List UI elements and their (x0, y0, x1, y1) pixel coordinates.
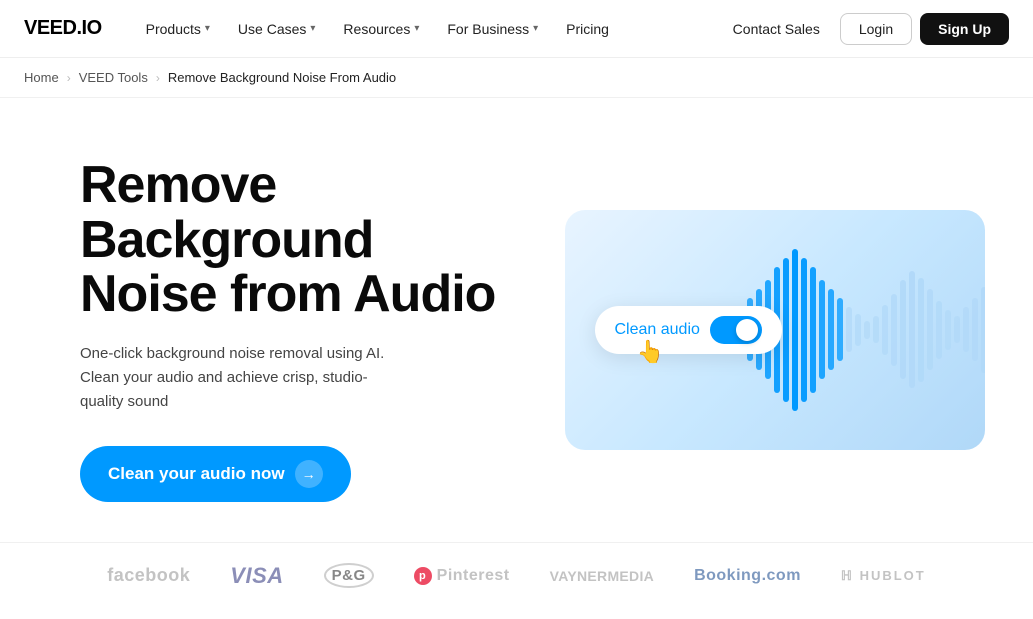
pinterest-icon: p (414, 567, 432, 585)
wave-bar (819, 280, 825, 379)
wave-bar (882, 305, 888, 355)
arrow-icon: → (295, 460, 323, 488)
wave-bar (810, 267, 816, 393)
brand-pg: P&G (324, 563, 374, 588)
wave-bar (918, 278, 924, 382)
wave-bar (837, 298, 843, 361)
breadcrumb-tools[interactable]: VEED Tools (79, 70, 148, 85)
breadcrumb: Home › VEED Tools › Remove Background No… (0, 58, 1033, 98)
brands-section: facebook VISA P&G p Pinterest VAYNERMEDI… (0, 542, 1033, 619)
wave-bar (855, 314, 861, 346)
brand-facebook: facebook (107, 565, 190, 586)
toggle-knob (736, 319, 758, 341)
clean-audio-badge: Clean audio (595, 306, 782, 354)
wave-bar (954, 316, 960, 343)
hero-section: Remove Background Noise from Audio One-c… (0, 98, 1033, 542)
brand-pinterest: p Pinterest (414, 567, 510, 585)
toggle-switch[interactable] (710, 316, 762, 344)
nav-use-cases[interactable]: Use Cases ▾ (226, 15, 328, 43)
wave-bar (963, 307, 969, 352)
clean-audio-label: Clean audio (615, 321, 700, 339)
brand-booking: Booking.com (694, 567, 801, 585)
audio-visualizer: Clean audio 👆 (565, 210, 985, 450)
cta-label: Clean your audio now (108, 464, 285, 484)
signup-button[interactable]: Sign Up (920, 13, 1009, 45)
breadcrumb-separator: › (156, 71, 160, 85)
wave-bar (972, 298, 978, 361)
wave-bar (900, 280, 906, 379)
wave-bar (927, 289, 933, 370)
cursor-icon: 👆 (637, 339, 664, 365)
wave-bar (801, 258, 807, 402)
wave-bar (891, 294, 897, 366)
breadcrumb-separator: › (67, 71, 71, 85)
wave-bar (783, 258, 789, 402)
brand-vayner: VAYNERMEDIA (550, 568, 654, 584)
chevron-down-icon: ▾ (310, 23, 315, 34)
nav-products[interactable]: Products ▾ (134, 15, 222, 43)
wave-bar (846, 307, 852, 352)
hero-title: Remove Background Noise from Audio (80, 158, 500, 322)
logo[interactable]: VEED.IO (24, 17, 102, 40)
wave-bar (873, 316, 879, 343)
wave-bar (945, 310, 951, 351)
chevron-down-icon: ▾ (414, 23, 419, 34)
wave-bar (936, 301, 942, 360)
hero-description: One-click background noise removal using… (80, 342, 400, 414)
chevron-down-icon: ▾ (205, 23, 210, 34)
brand-hublot: ℍ HUBLOT (841, 568, 926, 584)
hero-content: Remove Background Noise from Audio One-c… (80, 158, 500, 502)
navbar: VEED.IO Products ▾ Use Cases ▾ Resources… (0, 0, 1033, 58)
wave-bar (981, 287, 985, 373)
nav-actions: Contact Sales Login Sign Up (721, 13, 1009, 45)
wave-bar (864, 321, 870, 339)
chevron-down-icon: ▾ (533, 23, 538, 34)
nav-links: Products ▾ Use Cases ▾ Resources ▾ For B… (134, 15, 721, 43)
wave-bar (828, 289, 834, 370)
nav-for-business[interactable]: For Business ▾ (435, 15, 550, 43)
nav-pricing[interactable]: Pricing (554, 15, 621, 43)
login-button[interactable]: Login (840, 13, 912, 45)
wave-bar (909, 271, 915, 388)
wave-bar (792, 249, 798, 411)
brand-visa: VISA (230, 563, 283, 589)
cta-button[interactable]: Clean your audio now → (80, 446, 351, 502)
contact-sales-link[interactable]: Contact Sales (721, 13, 832, 45)
nav-resources[interactable]: Resources ▾ (331, 15, 431, 43)
hero-visual: Clean audio 👆 (540, 210, 1009, 450)
breadcrumb-home[interactable]: Home (24, 70, 59, 85)
breadcrumb-current: Remove Background Noise From Audio (168, 70, 396, 85)
